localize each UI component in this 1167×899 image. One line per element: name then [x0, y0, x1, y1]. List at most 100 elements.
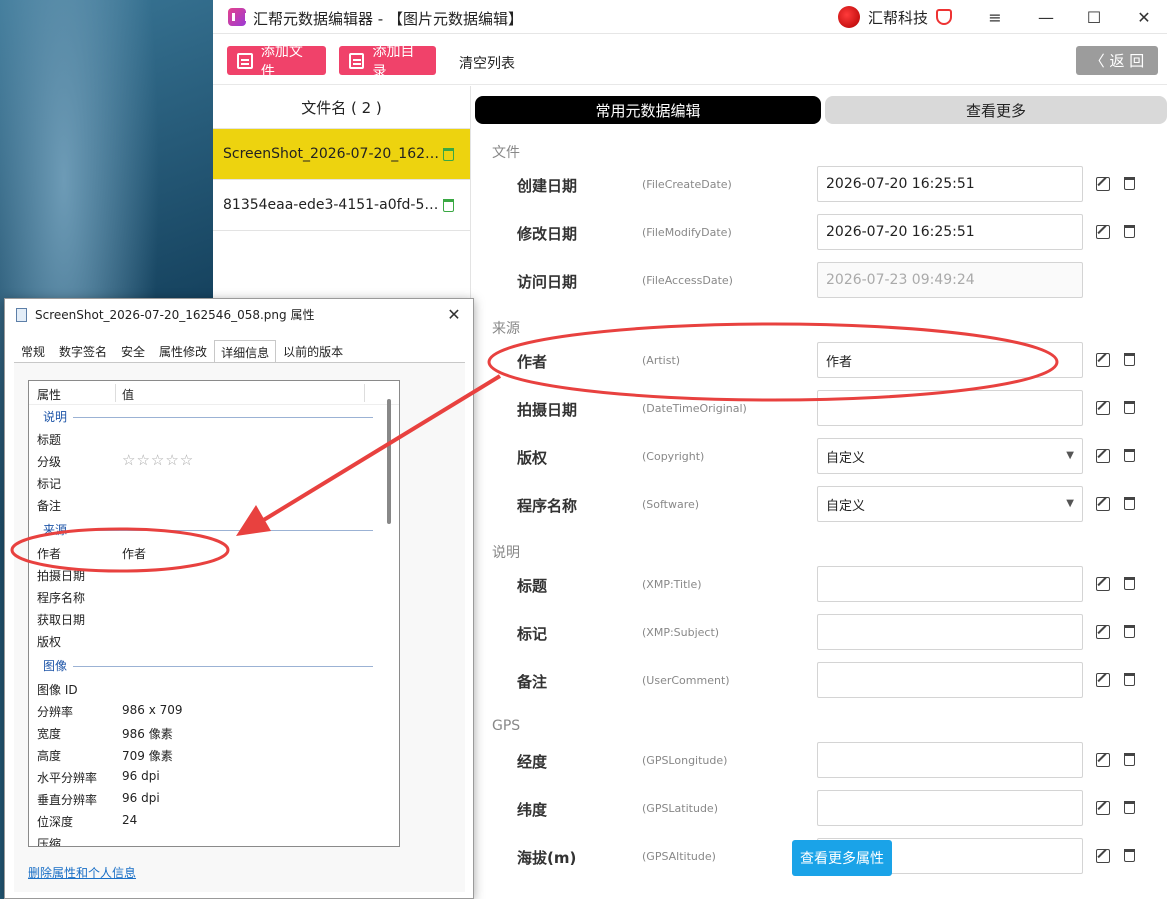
gps-longitude-input[interactable]	[817, 742, 1083, 778]
trash-icon[interactable]	[1124, 849, 1135, 862]
vip-heart-icon[interactable]	[936, 9, 953, 25]
xmp-title-input[interactable]	[817, 566, 1083, 602]
scrollbar[interactable]	[387, 399, 391, 524]
edit-icon[interactable]	[1096, 753, 1110, 767]
tab-digital-signature[interactable]: 数字签名	[52, 340, 114, 363]
column-value[interactable]: 值	[122, 386, 134, 403]
trash-icon[interactable]	[1124, 353, 1135, 366]
group-source: 来源	[43, 521, 373, 539]
file-list-header: 文件名 ( 2 )	[213, 86, 470, 129]
edit-icon[interactable]	[1096, 625, 1110, 639]
trash-icon[interactable]	[1124, 449, 1135, 462]
property-row[interactable]: 获取日期	[37, 609, 367, 629]
edit-icon[interactable]	[1096, 577, 1110, 591]
add-file-icon	[237, 52, 253, 69]
tab-details[interactable]: 详细信息	[214, 340, 277, 363]
edit-icon[interactable]	[1096, 177, 1110, 191]
property-list[interactable]: 属性 值 说明 标题 分级 ☆☆☆☆☆ 标记 备注 来源 作者 作者 拍摄日期 程序…	[28, 380, 400, 847]
edit-icon[interactable]	[1096, 849, 1110, 863]
maximize-button[interactable]: ☐	[1079, 5, 1109, 29]
column-property[interactable]: 属性	[37, 386, 61, 403]
row-label: 海拔(m)	[517, 849, 577, 867]
delete-file-icon[interactable]	[443, 199, 454, 212]
property-row[interactable]: 版权	[37, 631, 367, 651]
property-row[interactable]: 图像 ID	[37, 679, 367, 699]
software-select[interactable]: 自定义	[817, 486, 1083, 522]
add-directory-button[interactable]: 添加目录	[339, 44, 436, 80]
title-bar: 汇帮元数据编辑器 - 【图片元数据编辑】 汇帮科技 ≡ — ☐ ✕	[213, 0, 1167, 34]
tab-security[interactable]: 安全	[114, 340, 152, 363]
xmp-subject-input[interactable]	[817, 614, 1083, 650]
property-row[interactable]: 位深度 24	[37, 811, 367, 831]
section-source: 来源	[492, 321, 520, 337]
property-row[interactable]: 标题	[37, 429, 367, 449]
date-time-original-input[interactable]	[817, 390, 1083, 426]
row-tag: (FileModifyDate)	[642, 226, 732, 239]
file-create-date-input[interactable]: 2026-07-20 16:25:51	[817, 166, 1083, 202]
minimize-button[interactable]: —	[1031, 5, 1061, 29]
trash-icon[interactable]	[1124, 401, 1135, 414]
trash-icon[interactable]	[1124, 497, 1135, 510]
row-label: 纬度	[517, 801, 548, 819]
tab-general[interactable]: 常规	[14, 340, 52, 363]
property-row[interactable]: 压缩	[37, 833, 367, 846]
row-tag: (UserComment)	[642, 674, 730, 687]
row-tag: (GPSLongitude)	[642, 754, 728, 767]
file-name: 81354eaa-ede3-4151-a0fd-5c98...	[223, 197, 445, 213]
row-label: 访问日期	[517, 273, 578, 291]
property-row[interactable]: 分级 ☆☆☆☆☆	[37, 451, 367, 471]
section-gps: GPS	[492, 718, 521, 734]
clear-list-button[interactable]: 清空列表	[459, 53, 515, 73]
add-folder-icon	[349, 52, 365, 69]
view-more-properties-button[interactable]: 查看更多属性	[792, 840, 892, 876]
menu-button[interactable]: ≡	[980, 5, 1010, 29]
trash-icon[interactable]	[1124, 177, 1135, 190]
copyright-select[interactable]: 自定义	[817, 438, 1083, 474]
close-button[interactable]: ✕	[1129, 5, 1159, 29]
dialog-close-button[interactable]: ✕	[443, 303, 465, 325]
tab-view-more[interactable]: 查看更多	[825, 96, 1167, 124]
user-comment-input[interactable]	[817, 662, 1083, 698]
trash-icon[interactable]	[1124, 225, 1135, 238]
property-row[interactable]: 拍摄日期	[37, 565, 367, 585]
property-row[interactable]: 高度 709 像素	[37, 745, 367, 765]
row-label: 修改日期	[517, 225, 578, 243]
gps-latitude-input[interactable]	[817, 790, 1083, 826]
trash-icon[interactable]	[1124, 673, 1135, 686]
edit-icon[interactable]	[1096, 353, 1110, 367]
back-button[interactable]: 〈 返 回	[1076, 46, 1158, 75]
trash-icon[interactable]	[1124, 577, 1135, 590]
remove-properties-link[interactable]: 删除属性和个人信息	[28, 864, 136, 881]
property-row[interactable]: 宽度 986 像素	[37, 723, 367, 743]
edit-icon[interactable]	[1096, 801, 1110, 815]
trash-icon[interactable]	[1124, 801, 1135, 814]
edit-icon[interactable]	[1096, 449, 1110, 463]
property-row[interactable]: 程序名称	[37, 587, 367, 607]
tab-property-modify[interactable]: 属性修改	[152, 340, 214, 363]
tab-common-metadata[interactable]: 常用元数据编辑	[475, 96, 821, 124]
delete-file-icon[interactable]	[443, 148, 454, 161]
add-file-button[interactable]: 添加文件	[227, 44, 326, 80]
property-row[interactable]: 备注	[37, 495, 367, 515]
row-label: 版权	[517, 449, 548, 467]
artist-input[interactable]: 作者	[817, 342, 1083, 378]
window-title: 汇帮元数据编辑器 - 【图片元数据编辑】	[253, 10, 523, 28]
edit-icon[interactable]	[1096, 401, 1110, 415]
edit-icon[interactable]	[1096, 225, 1110, 239]
file-list-item[interactable]: 81354eaa-ede3-4151-a0fd-5c98...	[213, 180, 470, 231]
edit-icon[interactable]	[1096, 497, 1110, 511]
property-row[interactable]: 分辨率 986 x 709	[37, 701, 367, 721]
edit-icon[interactable]	[1096, 673, 1110, 687]
trash-icon[interactable]	[1124, 753, 1135, 766]
tab-previous-versions[interactable]: 以前的版本	[276, 340, 350, 363]
property-row[interactable]: 标记	[37, 473, 367, 493]
trash-icon[interactable]	[1124, 625, 1135, 638]
dialog-body: 属性 值 说明 标题 分级 ☆☆☆☆☆ 标记 备注 来源 作者 作者 拍摄日期 程序…	[14, 362, 465, 892]
file-list-item[interactable]: ScreenShot_2026-07-20_162546...	[213, 129, 470, 180]
property-row[interactable]: 水平分辨率 96 dpi	[37, 767, 367, 787]
file-modify-date-input[interactable]: 2026-07-20 16:25:51	[817, 214, 1083, 250]
property-row[interactable]: 垂直分辨率 96 dpi	[37, 789, 367, 809]
brand[interactable]: 汇帮科技	[838, 4, 953, 30]
metadata-panel: 常用元数据编辑 查看更多 文件 来源 说明 GPS 创建日期 (FileCrea…	[472, 86, 1167, 899]
property-row[interactable]: 作者 作者	[37, 543, 367, 563]
